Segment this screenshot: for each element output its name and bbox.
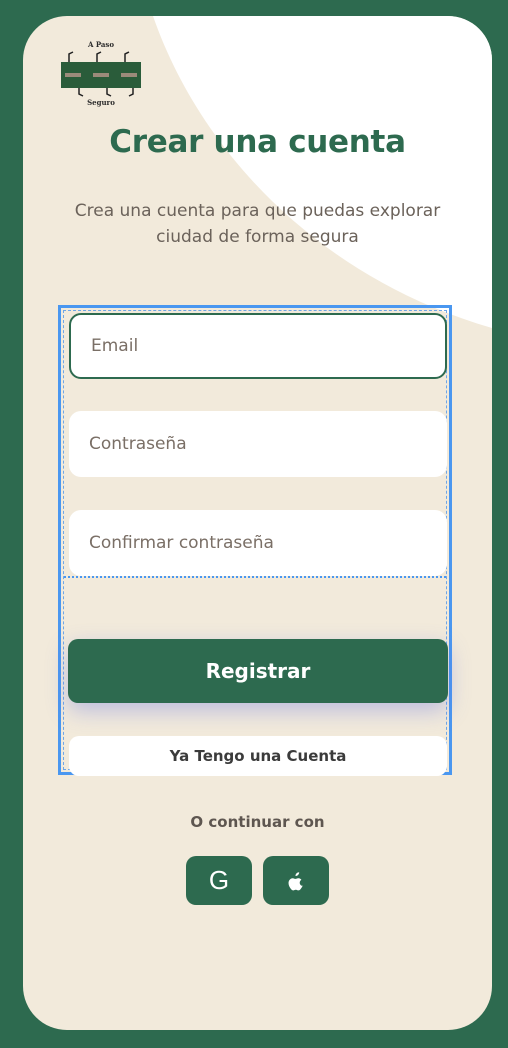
register-button[interactable]: Registrar (68, 639, 448, 703)
have-account-button[interactable]: Ya Tengo una Cuenta (69, 736, 447, 776)
continue-with-label: O continuar con (190, 813, 325, 831)
email-field[interactable] (69, 313, 447, 379)
register-form: Registrar Ya Tengo una Cuenta (58, 305, 452, 776)
form-selection-outline: Registrar Ya Tengo una Cuenta (63, 310, 448, 776)
google-icon: G (208, 865, 230, 895)
logo-bridge-icon (61, 51, 141, 97)
google-login-button[interactable]: G (186, 856, 252, 905)
confirm-password-field[interactable] (69, 510, 447, 576)
password-field[interactable] (69, 411, 447, 477)
logo-top-text: A Paso (87, 40, 115, 49)
page-subtitle: Crea una cuenta para que puedas explorar… (74, 201, 441, 247)
app-logo: A Paso Seguro (59, 40, 143, 110)
app-screen: A Paso Seguro Crear una cuenta Crea una … (23, 16, 492, 1030)
logo-bottom-text: Seguro (87, 98, 115, 107)
apple-icon (288, 871, 303, 890)
page-title: Crear una cuenta (109, 124, 406, 160)
apple-login-button[interactable] (263, 856, 329, 905)
selection-divider (64, 576, 446, 578)
